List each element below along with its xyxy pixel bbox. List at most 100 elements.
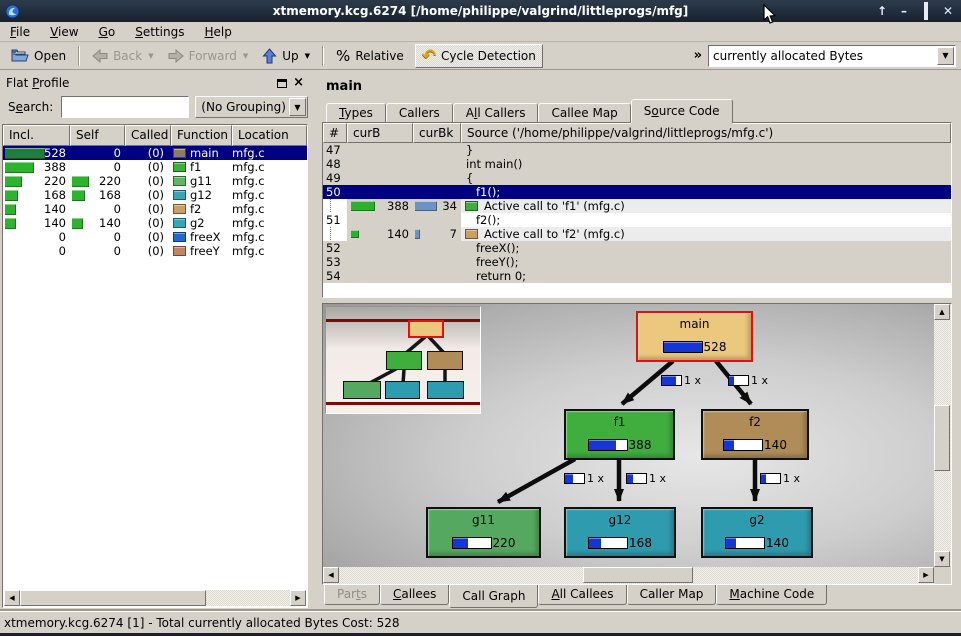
grouping-combobox[interactable]: (No Grouping) ▼	[195, 96, 308, 118]
column-header-self[interactable]: Self	[70, 125, 125, 146]
source-line[interactable]: 48 int main()	[323, 157, 951, 171]
tab-all-callers[interactable]: All Callers	[453, 103, 539, 123]
edge-cost-bar	[661, 375, 682, 386]
column-header-function[interactable]: Function	[171, 125, 232, 146]
flat-profile-hscrollbar[interactable]: ◀ ▶	[4, 590, 306, 606]
source-line[interactable]: 51 f2();	[323, 213, 951, 227]
graph-vscrollbar[interactable]: ▲ ▼	[934, 304, 951, 567]
close-button[interactable]: ✕	[941, 4, 955, 18]
call-graph-panel: main 528 f1 388 f2 140 g11 220 g12 168 g…	[322, 303, 952, 585]
edge-label-f1-g11[interactable]: 1 x	[564, 472, 604, 485]
scroll-right-icon[interactable]: ▶	[918, 567, 934, 583]
graph-node-f2[interactable]: f2 140	[701, 409, 809, 460]
table-row-f2[interactable]: 140 0 (0) f2 mfg.c	[3, 202, 307, 216]
maximize-icon	[924, 2, 928, 20]
table-row-g12[interactable]: 168 168 (0) g12 mfg.c	[3, 188, 307, 202]
search-input[interactable]	[61, 96, 189, 118]
table-row-g2[interactable]: 140 140 (0) g2 mfg.c	[3, 216, 307, 230]
column-header-curb[interactable]: curB	[347, 123, 413, 143]
graph-node-main[interactable]: main 528	[636, 311, 753, 362]
edge-label-main-f1[interactable]: 1 x	[661, 374, 701, 387]
table-row-freeX[interactable]: 0 0 (0) freeX mfg.c	[3, 230, 307, 244]
tab-source-code[interactable]: Source Code	[631, 99, 733, 123]
scrollbar-thumb[interactable]	[20, 590, 206, 606]
grouping-dropdown-arrow[interactable]: ▼	[289, 98, 306, 116]
back-dropdown-arrow[interactable]: ▼	[148, 52, 153, 60]
graph-node-f1[interactable]: f1 388	[564, 409, 675, 460]
event-type-dropdown-arrow[interactable]: ▼	[937, 47, 954, 65]
column-header-incl[interactable]: Incl.	[3, 125, 70, 146]
panel-splitter[interactable]	[308, 72, 318, 610]
tab-callees[interactable]: Callees	[380, 585, 449, 605]
column-header-source[interactable]: Source ('/home/philippe/valgrind/littlep…	[461, 123, 951, 143]
dock-close-icon[interactable]: ×	[293, 78, 304, 88]
graph-node-g11[interactable]: g11 220	[426, 507, 541, 558]
scroll-down-icon[interactable]: ▼	[934, 551, 950, 567]
column-header-location[interactable]: Location	[232, 125, 307, 146]
forward-dropdown-arrow[interactable]: ▼	[243, 52, 248, 60]
graph-node-g12[interactable]: g12 168	[564, 507, 676, 558]
status-bar: xtmemory.kcg.6274 [1] - Total currently …	[0, 611, 961, 633]
edge-label-f2-g2[interactable]: 1 x	[760, 472, 800, 485]
column-header-curbk[interactable]: curBk	[413, 123, 461, 143]
dock-float-icon[interactable]	[277, 79, 287, 88]
incl-bar	[5, 176, 22, 187]
up-button[interactable]: Up ▼	[255, 44, 317, 68]
column-header-line[interactable]: #	[323, 123, 347, 143]
scrollbar-thumb[interactable]	[934, 405, 950, 471]
scroll-up-icon[interactable]: ▲	[934, 304, 950, 320]
scroll-left-icon[interactable]: ◀	[4, 590, 20, 606]
scrollbar-thumb[interactable]	[583, 567, 693, 583]
forward-button[interactable]: Forward ▼	[161, 44, 256, 68]
scroll-left-icon[interactable]: ◀	[323, 567, 339, 583]
table-row-g11[interactable]: 220 220 (0) g11 mfg.c	[3, 174, 307, 188]
tab-caller-map[interactable]: Caller Map	[627, 585, 717, 605]
tab-callers[interactable]: Callers	[386, 103, 453, 123]
edge-label-main-f2[interactable]: 1 x	[728, 374, 768, 387]
tab-parts[interactable]: Parts	[324, 585, 380, 605]
scroll-right-icon[interactable]: ▶	[290, 590, 306, 606]
relative-button[interactable]: % Relative	[329, 44, 411, 68]
source-line-selected[interactable]: 50 f1();	[323, 185, 951, 199]
menu-file[interactable]: File	[0, 23, 40, 41]
tab-callee-map[interactable]: Callee Map	[538, 103, 630, 123]
source-call-annotation[interactable]: 140 7 Active call to 'f2' (mfg.c)	[323, 227, 951, 241]
cost-bar	[723, 439, 763, 451]
minimize-button[interactable]: –	[897, 4, 911, 18]
graph-hscrollbar[interactable]: ◀ ▶	[323, 567, 934, 584]
function-icon	[173, 232, 186, 242]
toolbar-overflow-chevron[interactable]: »	[688, 48, 708, 63]
event-type-combobox[interactable]: currently allocated Bytes ▼	[708, 45, 956, 67]
edge-cost-bar	[728, 375, 749, 386]
open-folder-icon	[11, 48, 29, 63]
shade-button[interactable]: ↑	[875, 4, 889, 18]
back-button[interactable]: Back ▼	[85, 44, 161, 68]
table-row-main[interactable]: 528 0 (0) main mfg.c	[3, 146, 307, 160]
menu-settings[interactable]: Settings	[125, 23, 194, 41]
cycle-detection-button[interactable]: ↶ Cycle Detection	[415, 44, 543, 68]
tab-types[interactable]: Types	[326, 103, 386, 123]
table-row-freeY[interactable]: 0 0 (0) freeY mfg.c	[3, 244, 307, 258]
toolbar-separator	[78, 46, 80, 66]
up-dropdown-arrow[interactable]: ▼	[305, 52, 310, 60]
tab-machine-code[interactable]: Machine Code	[716, 585, 827, 605]
menu-help[interactable]: Help	[194, 23, 241, 41]
menu-go[interactable]: Go	[89, 23, 126, 41]
source-call-annotation[interactable]: 388 34 Active call to 'f1' (mfg.c)	[323, 199, 951, 213]
tab-all-callees[interactable]: All Callees	[538, 585, 626, 605]
graph-node-g2[interactable]: g2 140	[701, 507, 813, 558]
table-row-f1[interactable]: 388 0 (0) f1 mfg.c	[3, 160, 307, 174]
edge-label-f1-g12[interactable]: 1 x	[626, 472, 666, 485]
menu-view[interactable]: View	[40, 23, 88, 41]
open-button[interactable]: Open	[4, 44, 73, 68]
column-header-called[interactable]: Called	[125, 125, 171, 146]
event-type-value: currently allocated Bytes	[709, 49, 863, 63]
source-line[interactable]: 47 }	[323, 143, 951, 157]
source-line[interactable]: 52 freeX();	[323, 241, 951, 255]
source-line[interactable]: 53 freeY();	[323, 255, 951, 269]
maximize-button[interactable]	[919, 4, 933, 18]
source-line[interactable]: 49 {	[323, 171, 951, 185]
source-line[interactable]: 54 return 0;	[323, 269, 951, 283]
tab-call-graph[interactable]: Call Graph	[449, 585, 538, 608]
call-graph-canvas[interactable]: main 528 f1 388 f2 140 g11 220 g12 168 g…	[323, 304, 934, 567]
